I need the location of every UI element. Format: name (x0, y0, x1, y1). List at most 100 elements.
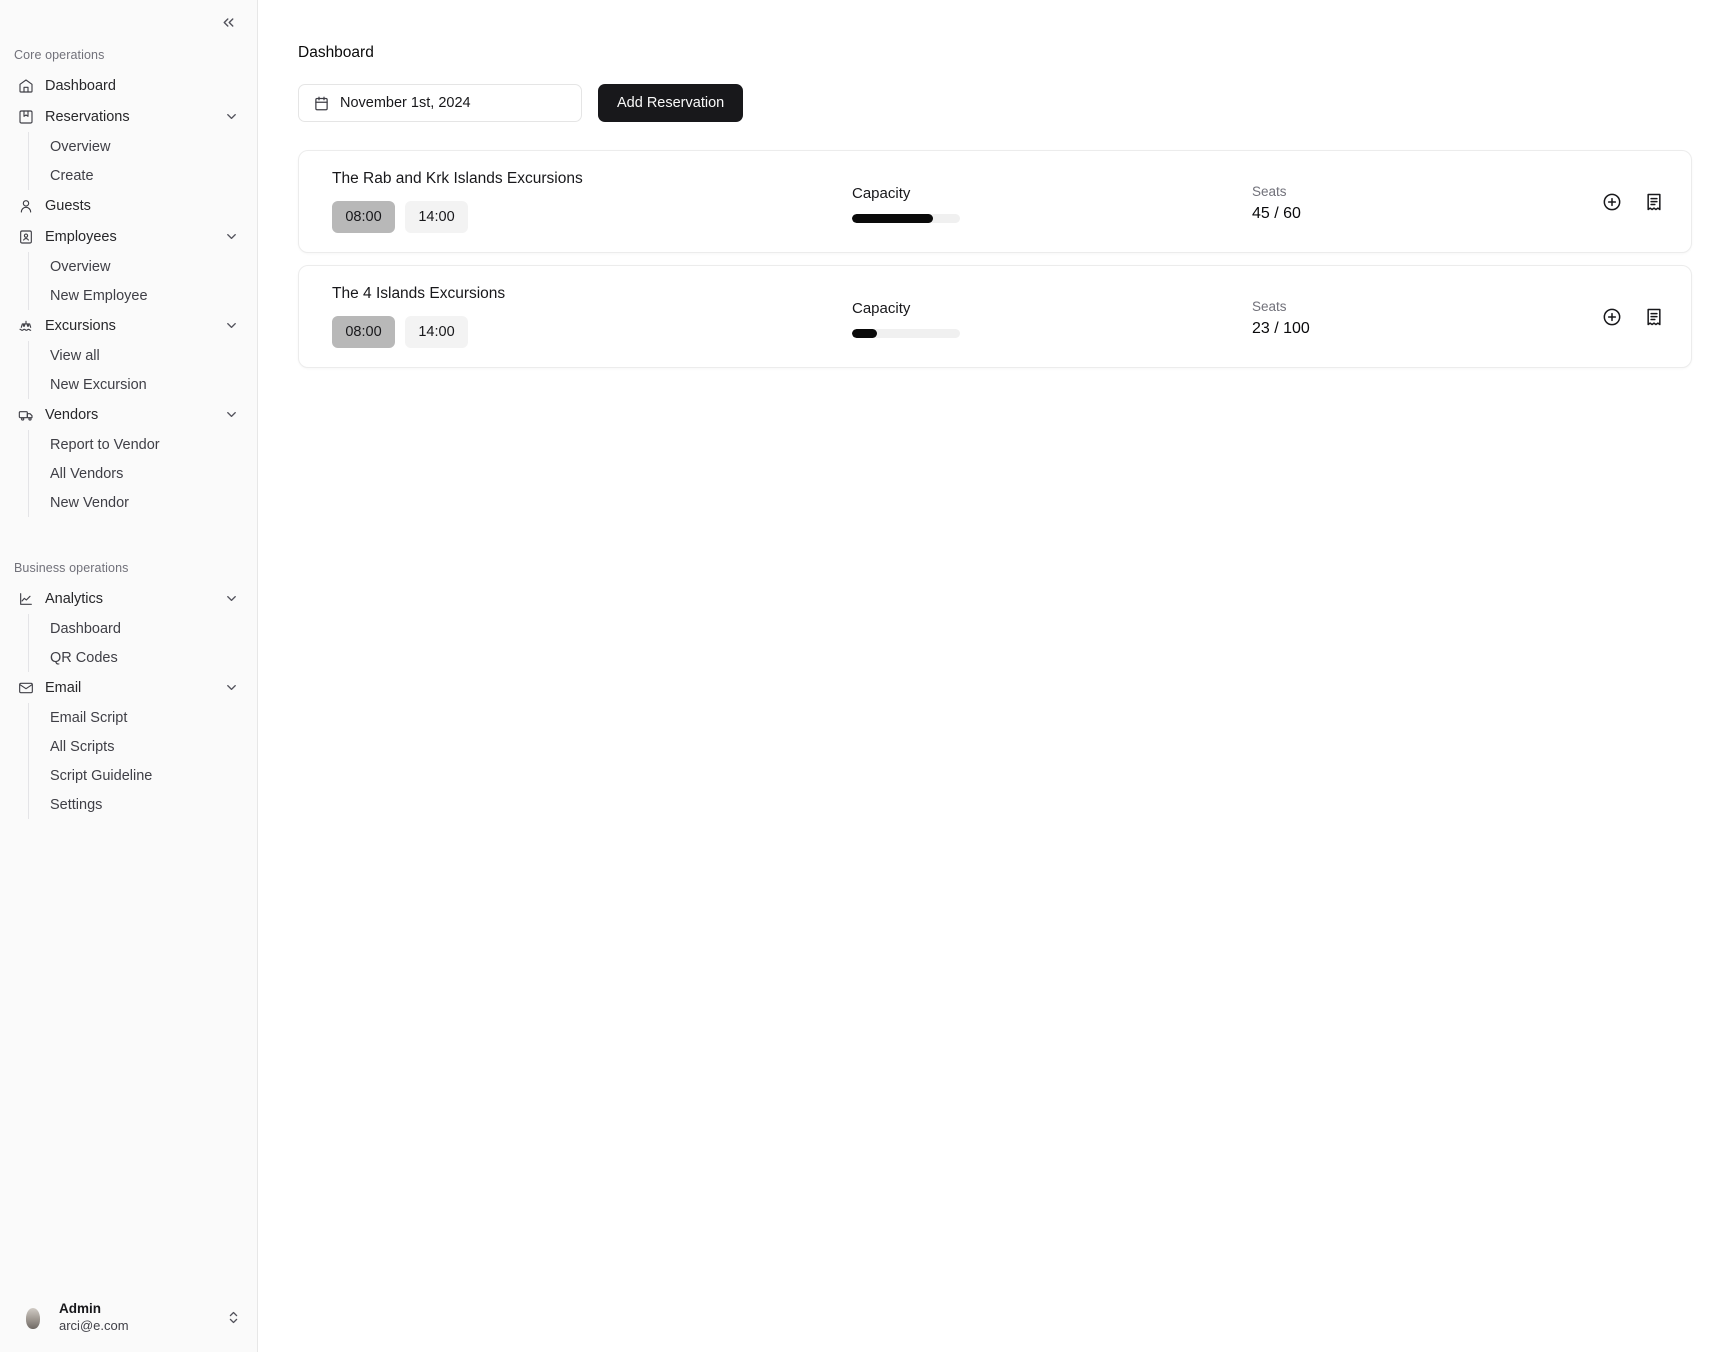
sidebar-item-dashboard[interactable]: Dashboard (10, 70, 247, 101)
card-left: The 4 Islands Excursions 08:00 14:00 (332, 285, 852, 348)
seats-value: 45 / 60 (1252, 205, 1301, 222)
sidebar-item-label: Reservations (45, 108, 130, 125)
time-slot-chip[interactable]: 08:00 (332, 316, 395, 348)
sidebar-subitem-reservations-create[interactable]: Create (42, 161, 247, 190)
sidebar-subitem-reservations-overview[interactable]: Overview (42, 132, 247, 161)
capacity-progress-fill (852, 328, 877, 338)
chevron-down-icon[interactable] (224, 591, 239, 606)
sidebar-group-items: Dashboard Reservations Overview Create Guest… (0, 70, 257, 517)
sidebar-item-reservations[interactable]: Reservations (10, 101, 247, 132)
add-booking-button[interactable] (1601, 306, 1623, 328)
sidebar-item-label: Email (45, 679, 82, 696)
sidebar-subitem-email-script-guideline[interactable]: Script Guideline (42, 761, 247, 790)
excursion-title: The Rab and Krk Islands Excursions (332, 170, 583, 187)
sidebar-subnav-email: Email Script All Scripts Script Guideline S… (28, 703, 247, 819)
chevron-down-icon[interactable] (224, 229, 239, 244)
chevron-down-icon[interactable] (224, 680, 239, 695)
sidebar-subitem-vendors-all-vendors[interactable]: All Vendors (42, 459, 247, 488)
sidebar-subitem-analytics-dashboard[interactable]: Dashboard (42, 614, 247, 643)
sidebar-subitem-excursions-new-excursion[interactable]: New Excursion (42, 370, 247, 399)
sidebar-item-label: Employees (45, 228, 117, 245)
date-picker[interactable]: November 1st, 2024 (298, 84, 582, 122)
capacity-label: Capacity (852, 184, 911, 202)
time-slot-group: 08:00 14:00 (332, 316, 852, 348)
date-picker-value: November 1st, 2024 (340, 95, 471, 111)
sidebar-item-label: Vendors (45, 406, 99, 423)
capacity-progress-track (852, 213, 960, 223)
excursion-title: The 4 Islands Excursions (332, 285, 506, 302)
sidebar-subitem-analytics-qr-codes[interactable]: QR Codes (42, 643, 247, 672)
chevron-down-icon[interactable] (224, 109, 239, 124)
seats-label: Seats (1252, 184, 1287, 199)
bookmark-icon (18, 109, 34, 125)
sidebar-item-label: Dashboard (45, 77, 116, 94)
sidebar-group-label: Business operations (14, 561, 129, 575)
app-root: Core operations Dashboard Reservations Over… (0, 0, 1709, 1352)
boat-icon (18, 318, 34, 334)
sidebar-item-analytics[interactable]: Analytics (10, 583, 247, 614)
seats-label: Seats (1252, 299, 1287, 314)
capacity-section: Capacity (852, 181, 1252, 223)
truck-icon (18, 407, 34, 423)
line-chart-icon (18, 591, 34, 607)
view-details-button[interactable] (1643, 191, 1665, 213)
home-icon (18, 78, 34, 94)
time-slot-chip[interactable]: 08:00 (332, 201, 395, 233)
sidebar-item-email[interactable]: Email (10, 672, 247, 703)
time-slot-chip[interactable]: 14:00 (405, 201, 468, 233)
sidebar-item-label: Excursions (45, 317, 116, 334)
view-details-button[interactable] (1643, 306, 1665, 328)
sidebar-subnav-employees: Overview New Employee (28, 252, 247, 310)
sidebar-item-label: Analytics (45, 590, 104, 607)
time-slot-chip[interactable]: 14:00 (405, 316, 468, 348)
sidebar-subitem-vendors-report-to-vendor[interactable]: Report to Vendor (42, 430, 247, 459)
toolbar: November 1st, 2024 Add Reservation (298, 84, 1709, 122)
card-left: The Rab and Krk Islands Excursions 08:00 1… (332, 170, 852, 233)
sidebar-subitem-vendors-new-vendor[interactable]: New Vendor (42, 488, 247, 517)
sidebar-subitem-email-settings[interactable]: Settings (42, 790, 247, 819)
sidebar-subnav-vendors: Report to Vendor All Vendors New Vendor (28, 430, 247, 517)
sidebar-subitem-excursions-view-all[interactable]: View all (42, 341, 247, 370)
user-email: arci@e.com (59, 1317, 129, 1333)
chevrons-left-icon[interactable] (215, 9, 241, 35)
user-name: Admin (59, 1300, 101, 1316)
sidebar-subitem-employees-new-employee[interactable]: New Employee (42, 281, 247, 310)
sidebar-item-label: Guests (45, 197, 91, 214)
contact-card-icon (18, 229, 34, 245)
capacity-progress-fill (852, 213, 933, 223)
chevrons-up-down-icon (225, 1309, 241, 1325)
sidebar-subnav-excursions: View all New Excursion (28, 341, 247, 399)
user-account-switcher[interactable]: Admin arci@e.com (8, 1293, 249, 1342)
sidebar-subitem-employees-overview[interactable]: Overview (42, 252, 247, 281)
sidebar-filler (0, 819, 257, 1293)
add-booking-button[interactable] (1601, 191, 1623, 213)
card-actions (1552, 191, 1665, 213)
main-content: Dashboard November 1st, 2024 Add Reserva… (258, 0, 1709, 1352)
sidebar: Core operations Dashboard Reservations Over… (0, 0, 258, 1352)
sidebar-item-vendors[interactable]: Vendors (10, 399, 247, 430)
sidebar-header (0, 0, 257, 44)
sidebar-item-employees[interactable]: Employees (10, 221, 247, 252)
sidebar-item-excursions[interactable]: Excursions (10, 310, 247, 341)
page-title: Dashboard (298, 44, 374, 61)
user-meta: Admin arci@e.com (59, 1301, 215, 1334)
sidebar-subnav-analytics: Dashboard QR Codes (28, 614, 247, 672)
reservation-card-list: The Rab and Krk Islands Excursions 08:00 1… (298, 150, 1692, 368)
sidebar-group-items: Analytics Dashboard QR Codes Email Email Scr… (0, 583, 257, 819)
mail-icon (18, 680, 34, 696)
sidebar-item-guests[interactable]: Guests (10, 190, 247, 221)
sidebar-group-label: Core operations (14, 48, 105, 62)
sidebar-subitem-email-all-scripts[interactable]: All Scripts (42, 732, 247, 761)
reservation-card[interactable]: The 4 Islands Excursions 08:00 14:00 Capaci… (298, 265, 1692, 368)
capacity-section: Capacity (852, 296, 1252, 338)
card-actions (1552, 306, 1665, 328)
add-reservation-button[interactable]: Add Reservation (598, 84, 744, 122)
chevron-down-icon[interactable] (224, 318, 239, 333)
sidebar-subitem-email-email-script[interactable]: Email Script (42, 703, 247, 732)
capacity-progress-track (852, 328, 960, 338)
user-icon (18, 198, 34, 214)
reservation-card[interactable]: The Rab and Krk Islands Excursions 08:00 1… (298, 150, 1692, 253)
chevron-down-icon[interactable] (224, 407, 239, 422)
time-slot-group: 08:00 14:00 (332, 201, 852, 233)
